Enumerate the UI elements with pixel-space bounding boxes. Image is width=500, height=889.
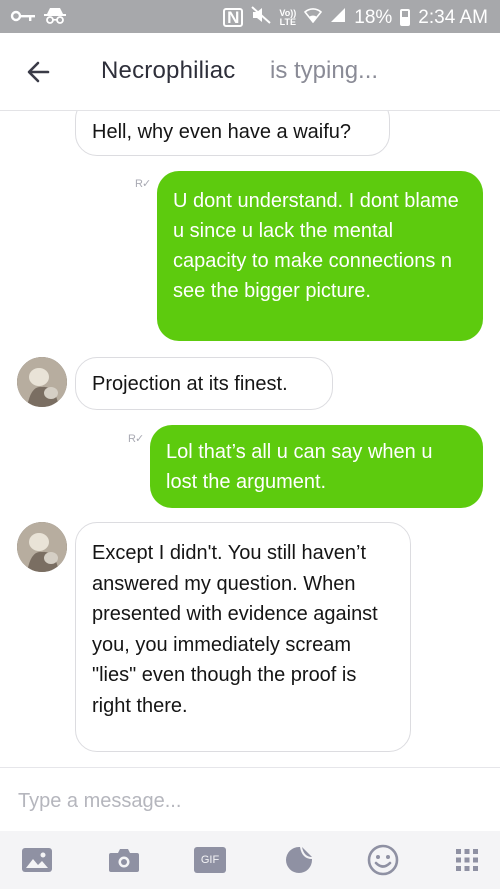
status-right: N Vo)) LTE 18% 2:34 AM [223, 6, 488, 29]
message-text: Projection at its finest. [92, 373, 288, 395]
battery-icon [400, 9, 411, 26]
contact-avatar[interactable] [17, 522, 67, 572]
incognito-icon [44, 7, 66, 30]
contact-avatar[interactable] [17, 357, 67, 407]
message-list[interactable]: Hell, why even have a waifu? R✓ U dont u… [0, 111, 500, 767]
back-button[interactable] [22, 55, 56, 89]
message-text: U dont understand. I dont blame u since … [173, 190, 459, 302]
message-bubble-incoming[interactable]: Except I didn't. You still haven’t answe… [75, 522, 411, 752]
message-text: Hell, why even have a waifu? [92, 121, 352, 143]
battery-percent: 18% [354, 6, 393, 28]
gallery-icon [22, 848, 52, 872]
volte-line2: LTE [279, 16, 296, 27]
more-button[interactable] [450, 845, 484, 875]
message-bubble-outgoing[interactable]: Lol that’s all u can say when u lost the… [150, 425, 483, 508]
sticker-button[interactable] [282, 845, 316, 875]
attachment-toolbar: GIF [0, 831, 500, 889]
typing-status: is typing... [270, 57, 379, 84]
message-bubble-outgoing[interactable]: U dont understand. I dont blame u since … [157, 171, 483, 341]
gif-icon: GIF [194, 847, 226, 873]
gallery-button[interactable] [20, 845, 54, 875]
avatar-image [17, 357, 67, 407]
message-composer [0, 767, 500, 831]
read-receipt-icon: R✓ [128, 433, 145, 445]
message-bubble-incoming[interactable]: Hell, why even have a waifu? [75, 111, 390, 156]
clock: 2:34 AM [418, 6, 488, 28]
nfc-icon: N [223, 8, 244, 27]
camera-icon [109, 849, 139, 872]
back-arrow-icon [27, 61, 50, 83]
read-receipt-icon: R✓ [135, 178, 152, 190]
status-left [10, 7, 66, 30]
key-icon [10, 9, 36, 28]
wifi-icon [304, 7, 323, 28]
gif-button[interactable]: GIF [193, 845, 227, 875]
message-input[interactable] [18, 786, 478, 816]
more-grid-icon [456, 849, 478, 871]
message-text: Except I didn't. You still haven’t answe… [92, 542, 378, 717]
camera-button[interactable] [107, 845, 141, 875]
signal-icon [330, 7, 346, 28]
volte-indicator: Vo)) LTE [279, 8, 296, 27]
avatar-image [17, 522, 67, 572]
emoji-button[interactable] [366, 844, 400, 876]
gif-label: GIF [200, 854, 220, 866]
smiley-icon [367, 844, 399, 876]
message-text: Lol that’s all u can say when u lost the… [166, 441, 433, 493]
mute-icon [251, 6, 272, 29]
contact-name[interactable]: Necrophiliac [101, 57, 235, 85]
status-bar: N Vo)) LTE 18% 2:34 AM [0, 0, 500, 33]
conversation-header: Necrophiliac is typing... [0, 33, 500, 111]
sticker-icon [286, 847, 312, 873]
message-bubble-incoming[interactable]: Projection at its finest. [75, 357, 333, 410]
